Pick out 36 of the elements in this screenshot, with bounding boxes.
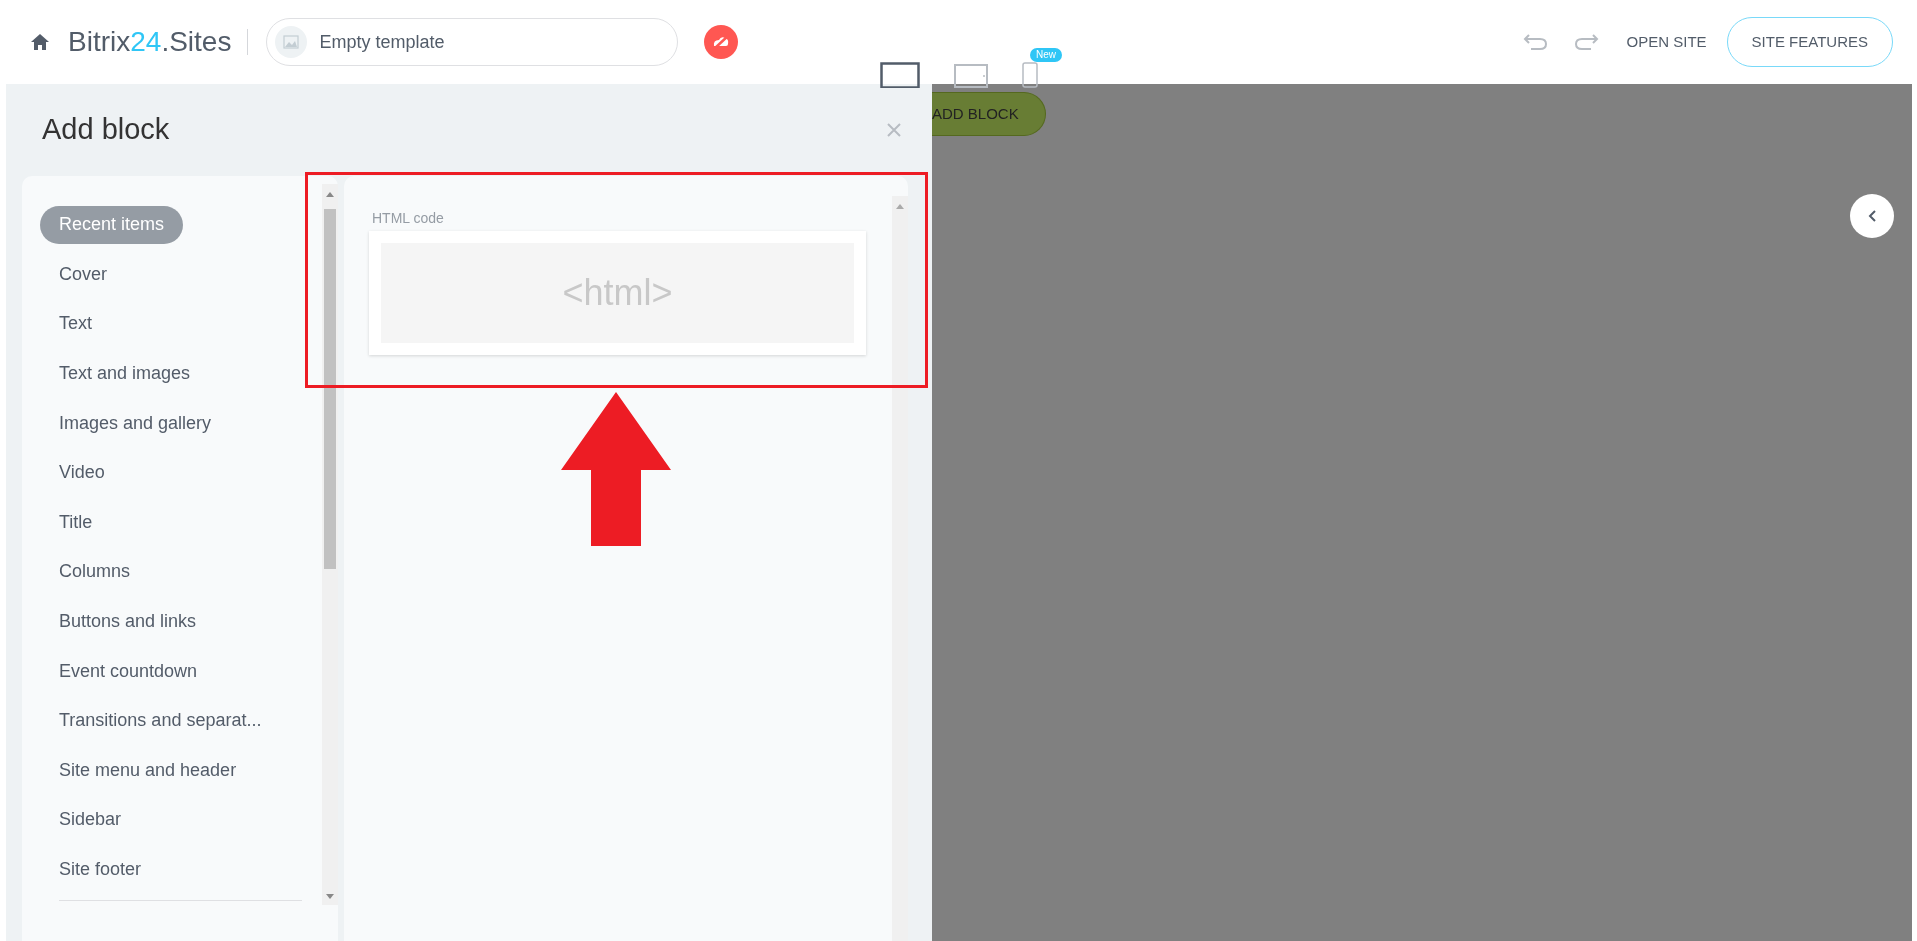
scroll-down-icon[interactable] [326, 894, 334, 899]
redo-icon[interactable] [1572, 32, 1599, 52]
open-site-button[interactable]: OPEN SITE [1626, 30, 1707, 54]
category-item[interactable]: Images and gallery [40, 404, 231, 443]
desktop-icon [880, 62, 920, 88]
panel-title: Add block [42, 112, 170, 148]
arrow-up-icon [561, 392, 671, 546]
category-item[interactable]: Site footer [40, 850, 161, 889]
new-badge: New [1030, 48, 1062, 62]
category-item[interactable]: Site menu and header [40, 751, 256, 790]
category-item[interactable]: Text [40, 305, 111, 343]
category-item[interactable]: Columns [40, 552, 150, 591]
chevron-left-icon [1867, 209, 1877, 223]
category-item[interactable]: Transitions and separat... [40, 701, 281, 740]
category-item[interactable]: Title [40, 503, 112, 542]
close-icon[interactable] [886, 122, 902, 138]
block-label: HTML code [372, 209, 445, 228]
tablet-icon [954, 64, 988, 88]
category-item[interactable]: Buttons and links [40, 602, 216, 641]
category-item[interactable]: Video [40, 453, 124, 492]
collapse-button[interactable] [1850, 194, 1894, 238]
home-icon[interactable] [30, 33, 50, 51]
cloud-off-icon[interactable] [704, 25, 739, 59]
category-item[interactable]: Sidebar [40, 800, 141, 839]
category-item[interactable]: Cover [40, 255, 126, 294]
logo: Bitrix24.Sites [68, 25, 232, 59]
image-icon [275, 26, 308, 58]
scroll-up-icon[interactable] [896, 204, 904, 209]
undo-icon[interactable] [1522, 32, 1549, 52]
add-block-button[interactable]: ADD BLOCK [932, 92, 1046, 136]
category-item[interactable]: Text and images [40, 354, 210, 393]
scroll-up-icon[interactable] [326, 192, 334, 197]
category-item[interactable]: Event countdown [40, 652, 217, 691]
phone-icon [1022, 62, 1038, 88]
scrollbar[interactable] [892, 196, 908, 941]
scrollbar[interactable] [322, 184, 338, 905]
